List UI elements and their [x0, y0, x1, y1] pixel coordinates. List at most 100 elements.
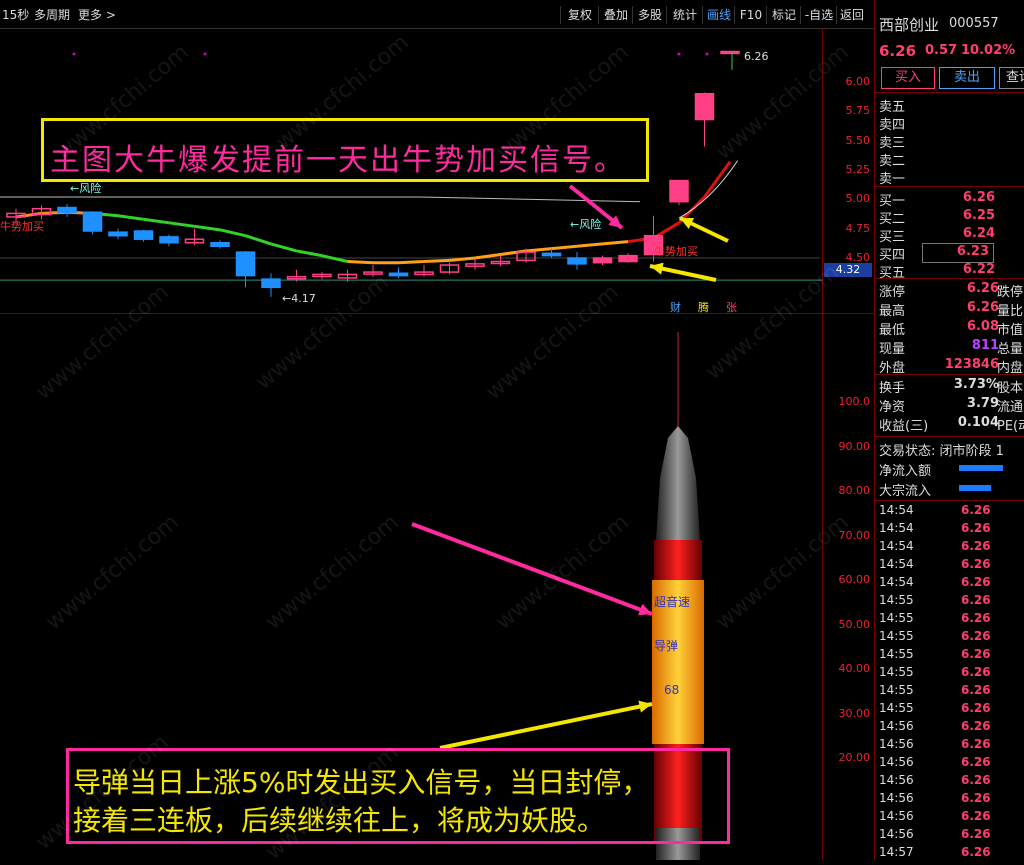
- toolbar-button[interactable]: -自选: [800, 6, 837, 24]
- tick-price: 6.26: [961, 845, 991, 859]
- ask-level-label: 卖二: [879, 154, 906, 169]
- ask-level-label: 卖一: [879, 172, 906, 187]
- stat-label: 净资: [879, 400, 906, 415]
- ma-line-segment: [551, 244, 578, 251]
- bid-row: 买二 6.25: [879, 208, 1024, 227]
- tick-time: 14:56: [879, 773, 914, 787]
- indicator-axis-tick: 80.00: [838, 484, 871, 497]
- tick-price: 6.26: [961, 503, 991, 517]
- stat-label: 涨停: [879, 285, 906, 300]
- ma-line-segment: [143, 217, 170, 225]
- buy-button[interactable]: 买入: [881, 67, 935, 89]
- ma-line-segment: [576, 242, 603, 248]
- tick-time: 14:54: [879, 503, 914, 517]
- tick-time: 14:56: [879, 791, 914, 805]
- stat-row: 收益(三) 0.104PE(动: [879, 415, 1024, 434]
- bid-row: 买三 6.24: [879, 226, 1024, 245]
- ma-line-segment: [703, 160, 732, 198]
- stat-row: 最低 6.08 市值: [879, 319, 1024, 338]
- stat-right-label: 股本: [997, 381, 1024, 396]
- bid-level-label: 买三: [879, 230, 906, 245]
- tick-time: 14:54: [879, 557, 914, 571]
- more-menu[interactable]: 更多 >: [78, 6, 116, 23]
- toolbar-button[interactable]: 复权: [560, 6, 599, 24]
- bid-level-label: 买四: [879, 248, 906, 263]
- toolbar-button[interactable]: 多股: [632, 6, 667, 24]
- candle: [82, 211, 103, 232]
- tick-time: 14:55: [879, 611, 914, 625]
- toolbar-button[interactable]: F10: [734, 6, 767, 24]
- toolbar-button[interactable]: 返回: [836, 6, 867, 24]
- candle: [567, 257, 587, 265]
- chart-toolbar: 15秒 多周期 更多 > 复权 叠加 多股 统计 画线 F10 标记 -自选 返回: [0, 0, 874, 29]
- candle: [388, 272, 409, 277]
- tick-price: 6.26: [961, 629, 991, 643]
- indicator-axis-tick: 20.00: [838, 751, 871, 764]
- sell-button[interactable]: 卖出: [939, 67, 995, 89]
- bid-level-label: 买二: [879, 212, 906, 227]
- indicator-axis-tick: 30.00: [838, 706, 871, 720]
- tick-price: 6.26: [961, 521, 991, 535]
- annotation-text-top: 主图大牛爆发提前一天出牛势加买信号。: [50, 143, 626, 178]
- toolbar-button[interactable]: 标记: [766, 6, 801, 24]
- tick-price: 6.26: [961, 575, 991, 589]
- tick-time: 14:55: [879, 593, 914, 607]
- toolbar-button[interactable]: 画线: [702, 6, 735, 24]
- ask-level-label: 卖五: [879, 100, 906, 115]
- ma-line-segment: [168, 221, 195, 228]
- tick-price: 6.26: [961, 791, 991, 805]
- ma-line-segment: [219, 228, 246, 238]
- ask-level-label: 卖三: [879, 136, 906, 151]
- bid-price: 6.26: [962, 190, 995, 205]
- rocket-value: 68: [664, 683, 679, 697]
- stat-row: 净资 3.79 流通: [879, 396, 1024, 415]
- stat-value: 3.73%: [953, 377, 999, 392]
- price-change: 0.57: [925, 43, 958, 58]
- tick-time: 14:56: [879, 737, 914, 751]
- toolbar-button[interactable]: 叠加: [598, 6, 633, 24]
- period-selector[interactable]: 15秒: [2, 6, 29, 23]
- tick-price: 6.26: [961, 593, 991, 607]
- indicator-axis-tick: 50.00: [838, 617, 871, 631]
- bid-price: 6.25: [962, 208, 995, 223]
- candle: [210, 241, 230, 248]
- candle: [618, 254, 638, 263]
- query-button[interactable]: 查询: [999, 67, 1024, 89]
- stat-value: 6.08: [966, 319, 999, 334]
- stat-label: 换手: [879, 381, 906, 396]
- tick-price: 6.26: [961, 773, 991, 787]
- stat-value: 6.26: [966, 300, 999, 315]
- tick-time: 14:56: [879, 827, 914, 841]
- rocket-band: [654, 540, 702, 580]
- candle: [235, 251, 256, 277]
- tick-price: 6.26: [961, 737, 991, 751]
- tick-price: 6.26: [961, 611, 991, 625]
- tick-time: 14:55: [879, 701, 914, 715]
- toolbar-button[interactable]: 统计: [666, 6, 703, 24]
- ma-line-segment: [474, 252, 501, 260]
- event-flag: 财: [670, 300, 681, 314]
- ma-line-segment: [321, 254, 348, 263]
- marker-dot: [72, 52, 76, 56]
- marker-dot: [203, 52, 207, 56]
- stat-right-label: 总量: [997, 342, 1024, 357]
- rocket-label-missile: 导弹: [654, 639, 678, 653]
- bid-price: 6.22: [962, 262, 995, 277]
- stat-value: 0.104: [957, 415, 999, 430]
- multi-period-button[interactable]: 多周期: [34, 6, 70, 23]
- indicator-axis-tick: 100.0: [838, 395, 871, 408]
- ma-line-segment: [296, 249, 323, 258]
- tick-time: 14:54: [879, 521, 914, 535]
- stat-value: 6.26: [966, 281, 999, 296]
- tick-price: 6.26: [961, 719, 991, 733]
- stat-value: 3.79: [966, 396, 999, 411]
- tick-price: 6.26: [961, 647, 991, 661]
- ma-line-segment: [194, 224, 221, 232]
- ma-line-segment: [347, 260, 374, 265]
- stock-code: 000557: [949, 16, 999, 31]
- high-price-label: 6.26: [744, 50, 769, 63]
- tick-price: 6.26: [961, 665, 991, 679]
- ma-line-segment: [602, 240, 629, 246]
- last-price: 6.26: [879, 42, 917, 60]
- tick-price: 6.26: [961, 683, 991, 697]
